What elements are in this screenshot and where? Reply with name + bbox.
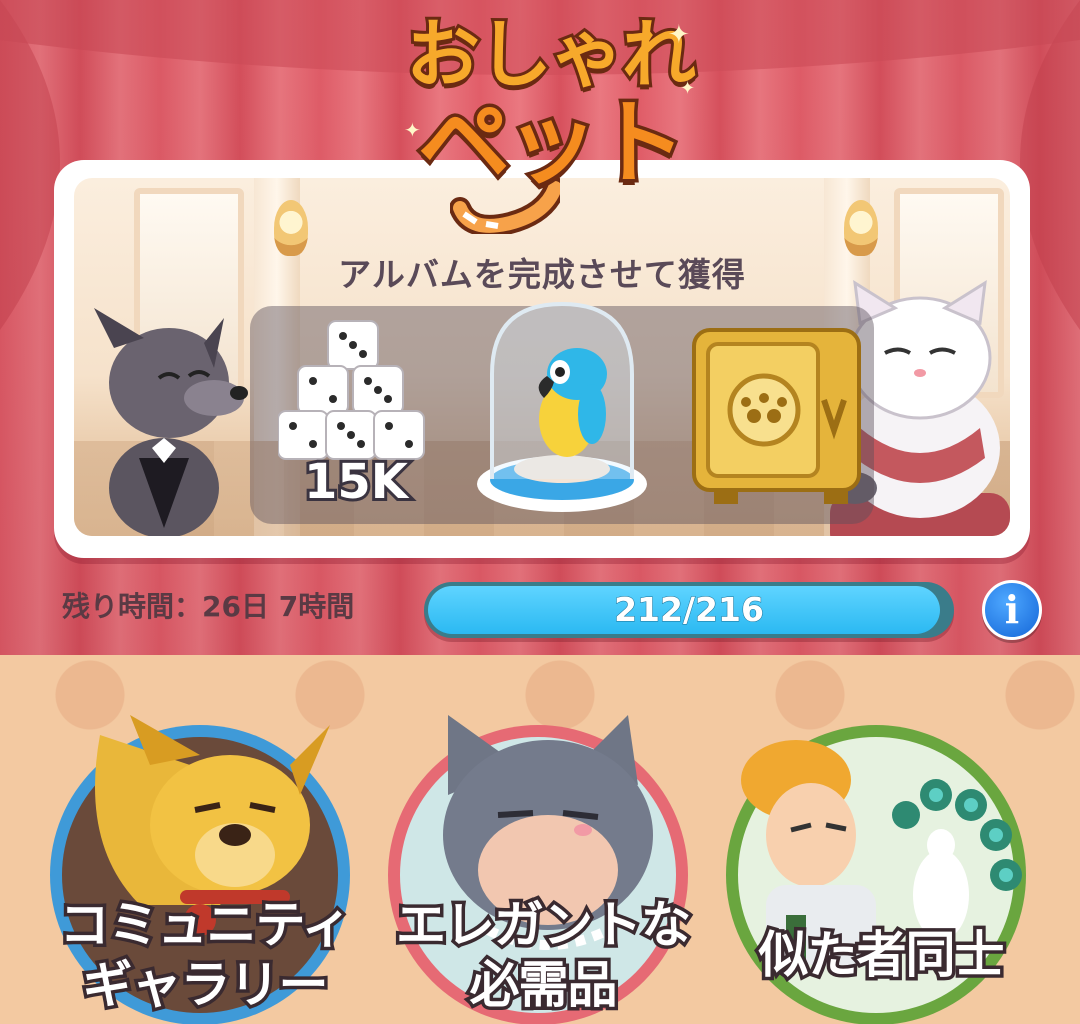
time-remaining: 残り時間：26日 7時間 <box>62 590 355 623</box>
reward-panel: 15K <box>250 301 874 524</box>
album-birds-of-a-feather[interactable]: 似た者同士 <box>716 705 1046 1024</box>
reward-dice: 15K <box>277 316 428 516</box>
progress-text: 212/216 <box>614 590 765 630</box>
event-logo: おしゃれ ペット <box>390 9 710 240</box>
sparkle-icon: ✦ <box>404 118 421 142</box>
parrot-in-dome-icon <box>477 301 647 512</box>
event-title-line1: おしゃれ <box>403 9 699 101</box>
sparkle-icon: ✦ <box>668 20 690 50</box>
dice-amount: 15K <box>301 451 411 513</box>
album-label-line1: エレガントな <box>393 893 695 958</box>
sparkle-icon: ✦ <box>680 78 696 99</box>
info-button[interactable]: i <box>982 580 1042 640</box>
album-label-line1: コミュニティ <box>56 893 355 958</box>
album-label-line2: 必需品 <box>466 953 621 1018</box>
dog-butler-icon <box>94 308 248 536</box>
golden-safe-icon <box>692 328 861 504</box>
event-title-line2: ペット <box>414 90 689 197</box>
album-label-line2: ギャラリー <box>79 953 332 1018</box>
album-label-line1: 似た者同士 <box>755 923 1008 988</box>
album-progress-bar: 212/216 <box>424 582 954 638</box>
album-elegant-essentials[interactable]: エレガントな 必需品 <box>378 705 708 1024</box>
album-community-gallery[interactable]: コミュニティ ギャラリー <box>40 705 370 1024</box>
